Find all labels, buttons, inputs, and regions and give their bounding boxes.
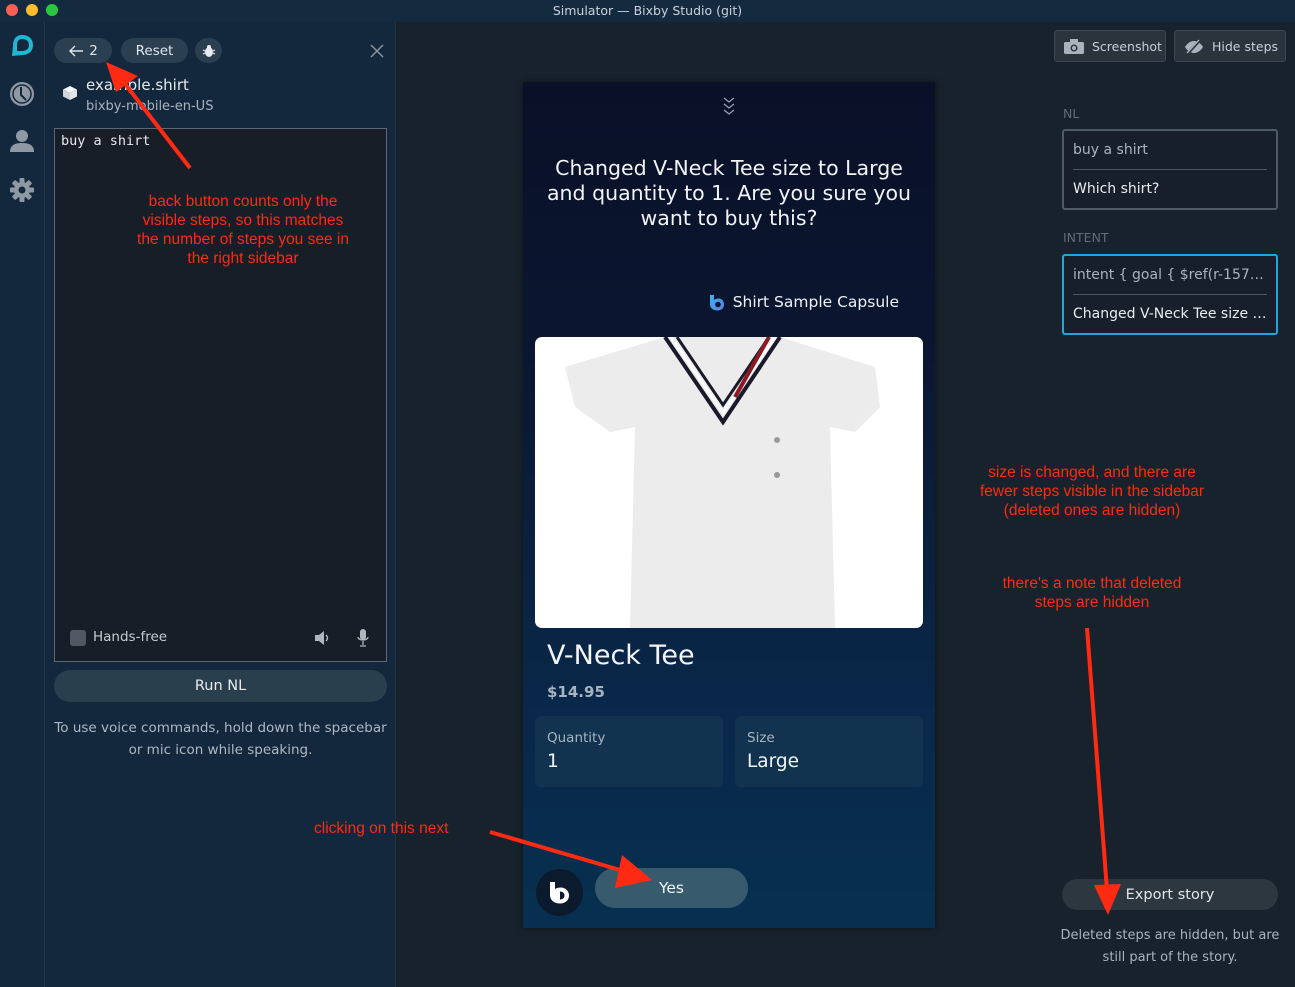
hands-free-label[interactable]: Hands-free (93, 629, 167, 645)
debug-button[interactable] (195, 38, 222, 63)
product-image[interactable] (535, 337, 923, 628)
quantity-value: 1 (547, 751, 559, 772)
step-card-intent[interactable]: intent { goal { $ref(r-157912... Changed… (1062, 254, 1278, 335)
camera-icon (1064, 38, 1084, 54)
back-button[interactable]: 2 (54, 38, 112, 63)
annotation-click-note: clicking on this next (314, 820, 449, 837)
capsule-brand: Shirt Sample Capsule (708, 293, 899, 311)
bixby-button[interactable] (536, 869, 583, 916)
window-title: Simulator — Bixby Studio (git) (552, 3, 743, 18)
export-story-button[interactable]: Export story (1062, 879, 1278, 910)
product-price: $14.95 (547, 683, 605, 701)
history-clock-icon[interactable] (9, 81, 35, 107)
yes-button[interactable]: Yes (595, 868, 748, 908)
hide-steps-button[interactable]: Hide steps (1174, 30, 1286, 62)
hands-free-checkbox[interactable] (70, 630, 86, 646)
step-response: Which shirt? (1073, 181, 1160, 197)
run-nl-button[interactable]: Run NL (54, 670, 387, 702)
annotation-back-note: back button counts only the visible step… (137, 193, 349, 267)
step-utterance: buy a shirt (1073, 131, 1267, 170)
quantity-card[interactable]: Quantity 1 (535, 716, 723, 787)
close-icon[interactable] (370, 44, 384, 58)
reset-button[interactable]: Reset (121, 38, 188, 63)
back-step-count: 2 (89, 42, 98, 59)
voice-hint: To use voice commands, hold down the spa… (54, 720, 387, 758)
quantity-label: Quantity (547, 730, 606, 746)
user-icon[interactable] (9, 128, 35, 154)
icon-rail (0, 22, 45, 987)
chat-bubble-icon[interactable] (9, 33, 35, 59)
size-value: Large (747, 751, 800, 772)
size-label: Size (747, 730, 775, 746)
left-panel: 2 Reset example.shirt bixby-mobile-en-US… (46, 22, 396, 987)
gear-icon[interactable] (9, 177, 35, 203)
product-title: V-Neck Tee (547, 640, 695, 671)
nl-section-label: NL (1063, 106, 1080, 121)
collapse-chevrons-icon[interactable] (722, 97, 736, 115)
bug-icon (202, 44, 215, 57)
capsule-target: bixby-mobile-en-US (86, 99, 214, 114)
annotation-hidden-note: there's a note that deleted steps are hi… (1002, 575, 1182, 611)
capsule-label: Shirt Sample Capsule (732, 293, 899, 311)
size-card[interactable]: Size Large (735, 716, 923, 787)
hide-steps-label: Hide steps (1212, 38, 1279, 54)
eye-off-icon (1185, 38, 1203, 54)
screenshot-button[interactable]: Screenshot (1054, 30, 1166, 62)
intent-section-label: INTENT (1063, 230, 1109, 245)
title-bar: Simulator — Bixby Studio (git) (0, 0, 1295, 22)
step-card-nl[interactable]: buy a shirt Which shirt? (1062, 129, 1278, 210)
annotation-size-note: size is changed, and there are fewer ste… (979, 464, 1204, 519)
speaker-icon[interactable] (314, 630, 330, 646)
simulator-stage: Changed V-Neck Tee size to Large and qua… (397, 22, 1039, 987)
step-intent: intent { goal { $ref(r-157912... (1073, 256, 1267, 295)
capsule-cube-icon (63, 86, 77, 100)
export-note: Deleted steps are hidden, but are still … (1060, 928, 1280, 965)
bixby-logo-icon (709, 294, 724, 310)
step-response: Changed V-Neck Tee size t... (1073, 306, 1267, 322)
mic-icon[interactable] (356, 629, 370, 647)
screenshot-label: Screenshot (1092, 38, 1162, 54)
capsule-name[interactable]: example.shirt (86, 76, 189, 94)
bixby-b-icon (550, 882, 569, 904)
arrow-left-icon (69, 45, 84, 56)
device-screen: Changed V-Neck Tee size to Large and qua… (523, 82, 935, 928)
dialog-text: Changed V-Neck Tee size to Large and qua… (547, 156, 911, 230)
nl-input-value[interactable]: buy a shirt (61, 133, 150, 149)
tshirt-image (565, 337, 880, 628)
